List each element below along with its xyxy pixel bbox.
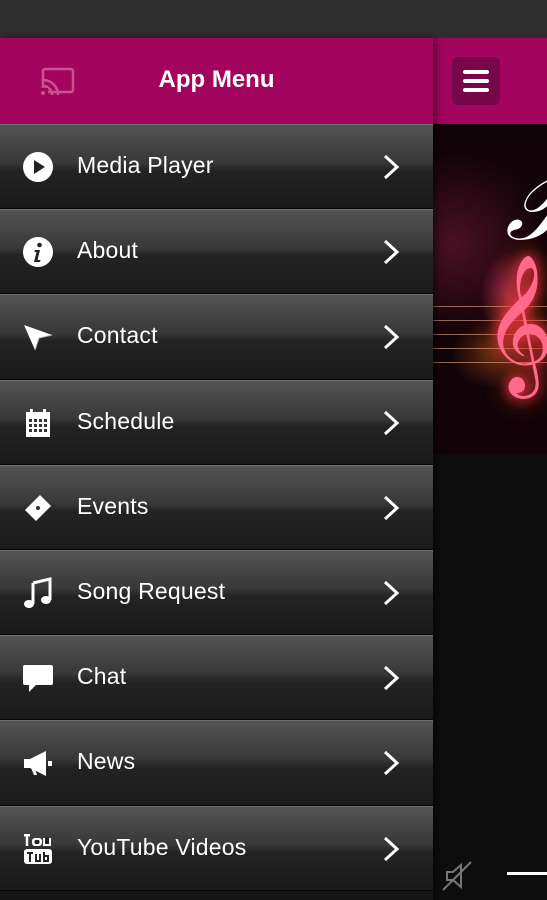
- music-note-icon: [22, 577, 54, 609]
- chevron-right-icon: [380, 494, 402, 522]
- app-header: [433, 38, 547, 124]
- menu-item-label: YouTube Videos: [77, 833, 247, 860]
- calendar-icon: [22, 407, 54, 439]
- menu-item-events[interactable]: Events: [0, 464, 433, 550]
- info-icon: [22, 236, 54, 268]
- menu-item-label: Schedule: [77, 407, 175, 434]
- menu-item-about[interactable]: About: [0, 209, 433, 295]
- megaphone-icon: [22, 747, 54, 779]
- menu-item-song-request[interactable]: Song Request: [0, 549, 433, 636]
- menu-item-label: Events: [77, 492, 149, 519]
- music-banner-image: 𝒯 𝄞: [433, 124, 547, 454]
- menu-item-label: Chat: [77, 663, 127, 690]
- menu-item-label: News: [77, 748, 136, 775]
- chevron-right-icon: [380, 664, 402, 692]
- play-icon: [22, 151, 54, 183]
- menu-item-youtube-videos[interactable]: YouTube Videos: [0, 805, 433, 891]
- menu-item-label: Song Request: [77, 577, 226, 604]
- chevron-right-icon: [380, 409, 402, 437]
- ticket-icon: [22, 492, 54, 524]
- chevron-right-icon: [380, 749, 402, 777]
- chevron-right-icon: [380, 579, 402, 607]
- menu-item-label: About: [77, 237, 139, 264]
- chevron-right-icon: [380, 835, 402, 863]
- progress-indicator: [507, 872, 547, 875]
- chat-bubble-icon: [22, 662, 54, 694]
- send-icon: [22, 321, 54, 353]
- background-app: 𝒯 𝄞: [433, 38, 547, 900]
- menu-item-label: Contact: [77, 322, 158, 349]
- chevron-right-icon: [380, 323, 402, 351]
- menu-list: Media Player About Contact Schedule Even…: [0, 124, 433, 891]
- chevron-right-icon: [380, 238, 402, 266]
- menu-item-media-player[interactable]: Media Player: [0, 124, 433, 210]
- menu-item-contact[interactable]: Contact: [0, 294, 433, 380]
- status-bar: [0, 0, 547, 38]
- drawer-title: App Menu: [158, 66, 275, 93]
- menu-item-label: Media Player: [77, 152, 214, 178]
- menu-item-news[interactable]: News: [0, 720, 433, 806]
- chevron-right-icon: [380, 153, 402, 181]
- menu-item-schedule[interactable]: Schedule: [0, 379, 433, 465]
- hamburger-icon[interactable]: [452, 57, 500, 105]
- menu-item-chat[interactable]: Chat: [0, 635, 433, 721]
- mute-icon[interactable]: [439, 858, 475, 894]
- drawer-header: App Menu: [0, 38, 433, 124]
- navigation-drawer: App Menu Media Player About Contact Sche…: [0, 38, 433, 900]
- youtube-icon: [22, 833, 54, 865]
